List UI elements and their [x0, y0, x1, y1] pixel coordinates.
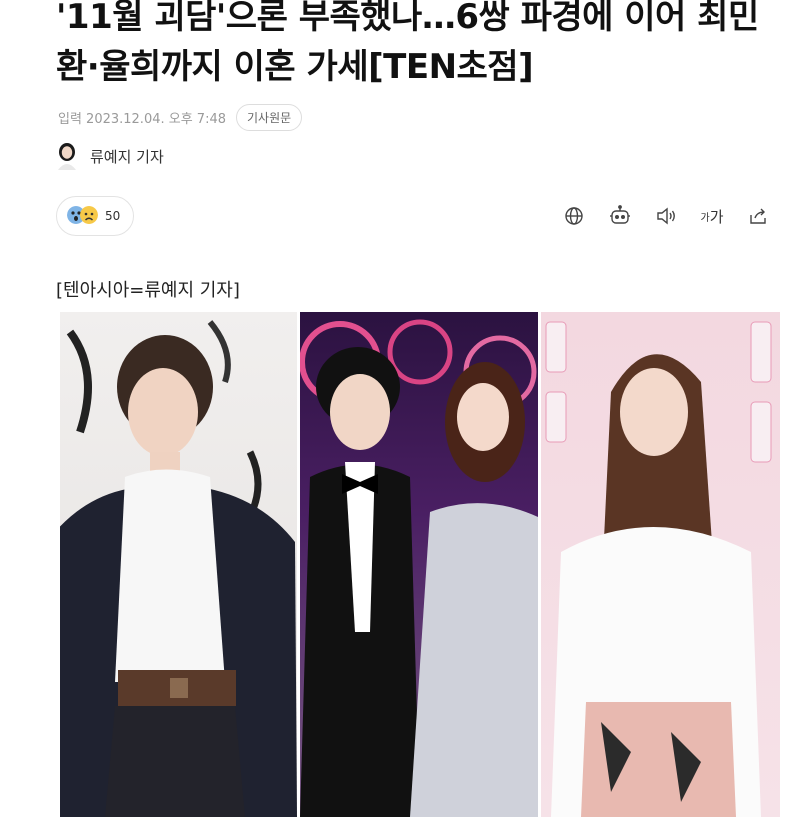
reaction-emojis — [67, 206, 99, 226]
share-icon[interactable] — [746, 204, 770, 228]
photo-caption: [텐아시아=류예지 기자] — [56, 280, 240, 301]
reporter-info[interactable]: 류예지 기자 — [56, 142, 164, 170]
reaction-button[interactable]: 50 — [56, 196, 134, 236]
photo-panel-2 — [300, 312, 538, 817]
reporter-avatar — [58, 143, 76, 170]
font-size-icon[interactable]: 가가 — [700, 204, 724, 228]
reporter-name: 류예지 기자 — [90, 147, 164, 166]
publish-date: 입력 2023.12.04. 오후 7:48 — [58, 112, 226, 127]
person-figure-1 — [60, 320, 297, 817]
font-size-small-label: 가 — [700, 212, 710, 224]
font-size-big-label: 가 — [709, 207, 724, 226]
reaction-count: 50 — [105, 209, 121, 223]
speaker-icon[interactable] — [654, 204, 678, 228]
photo-panel-3 — [541, 312, 780, 817]
article-toolbar: 가가 — [562, 204, 770, 228]
globe-icon[interactable] — [562, 204, 586, 228]
sad-emoji-icon — [80, 206, 98, 224]
photo-panel-1 — [60, 312, 297, 817]
person-figure-2 — [300, 319, 538, 817]
robot-summary-icon[interactable] — [608, 204, 632, 228]
person-figure-3 — [545, 321, 772, 817]
original-article-button[interactable]: 기사원문 — [236, 104, 303, 131]
article-title: '11월 괴담'으론 부족했나…6쌍 파경에 이어 최민환·율희까지 이혼 가세… — [56, 0, 759, 87]
article-meta: 입력 2023.12.04. 오후 7:48 기사원문 — [58, 104, 303, 131]
article-photo[interactable] — [60, 312, 780, 817]
